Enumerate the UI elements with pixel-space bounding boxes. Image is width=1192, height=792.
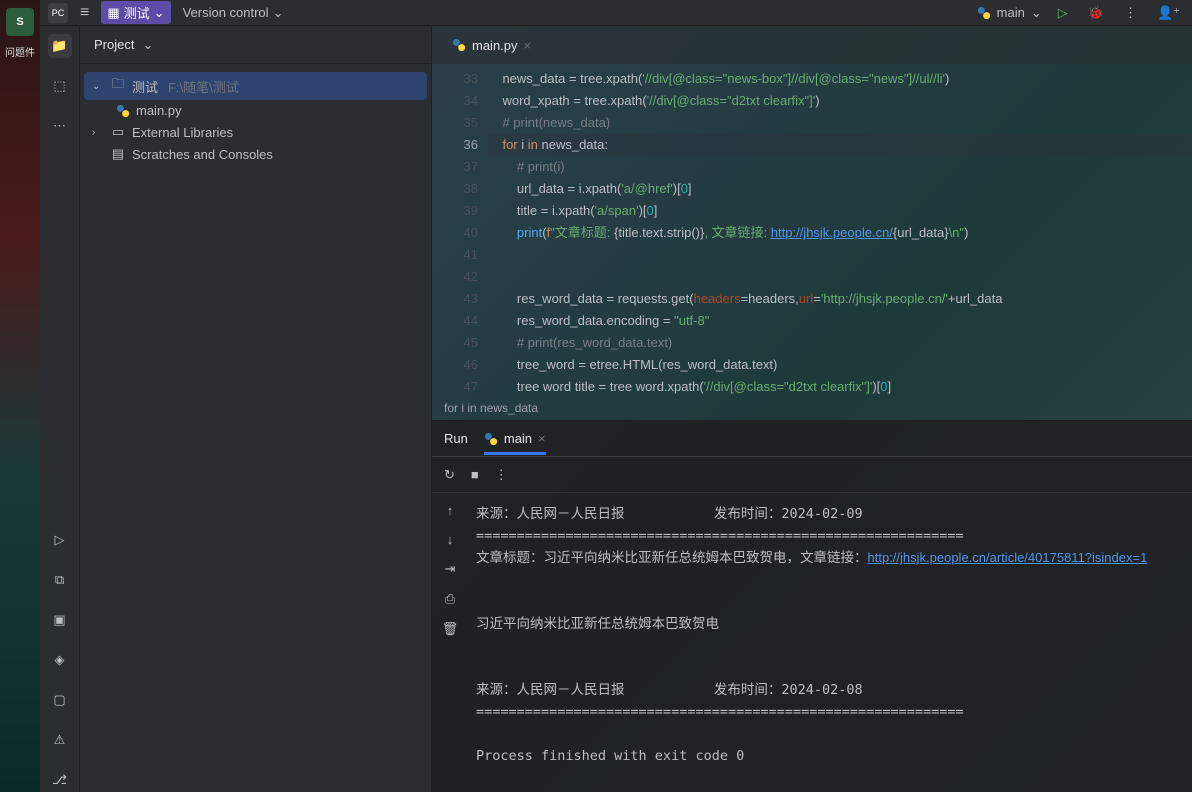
ide-window: PC ≡ ▦ 测试 ⌄ Version control ⌄ main ⌄ ▷ 🐞… xyxy=(40,0,1192,792)
more-actions-icon[interactable]: ⋮ xyxy=(1120,5,1141,21)
run-button-icon[interactable]: ▷ xyxy=(1054,5,1072,21)
editor-tab-main[interactable]: main.py × xyxy=(444,34,539,57)
folder-icon: 🗀 xyxy=(110,75,126,97)
chevron-down-icon: ⌄ xyxy=(1031,5,1042,21)
run-config-selector[interactable]: main ⌄ xyxy=(977,5,1042,21)
main-menu-icon[interactable]: ≡ xyxy=(80,4,89,22)
editor-tabs: main.py × xyxy=(432,26,1192,64)
soft-wrap-icon[interactable]: ⇥ xyxy=(445,561,456,577)
project-badge[interactable]: ▦ 测试 ⌄ xyxy=(101,1,170,24)
tree-external-libraries[interactable]: › ▭ External Libraries xyxy=(84,121,427,143)
run-tab-main[interactable]: main × xyxy=(484,431,546,446)
rerun-icon[interactable]: ↻ xyxy=(444,467,455,483)
project-tree: ⌄ 🗀 测试 F:\随笔\测试 main.py › ▭ External Lib… xyxy=(80,64,431,173)
run-panel-tabs: Run main × xyxy=(432,421,1192,457)
console-output[interactable]: 来源：人民网－人民日报 发布时间：2024-02-09 ============… xyxy=(468,493,1192,792)
editor-area: main.py × 333435363738394041424344454647… xyxy=(432,26,1192,792)
python-icon xyxy=(484,432,498,446)
run-panel: Run main × ↻ ■ ⋮ ↑ ↓ ⇥ xyxy=(432,420,1192,792)
top-bar: PC ≡ ▦ 测试 ⌄ Version control ⌄ main ⌄ ▷ 🐞… xyxy=(40,0,1192,26)
expand-icon[interactable]: › xyxy=(92,127,104,138)
debug-tool-icon[interactable]: ◈ xyxy=(48,648,72,672)
add-user-icon[interactable]: 👤⁺ xyxy=(1153,5,1184,21)
chevron-down-icon: ⌄ xyxy=(154,5,165,21)
problems-tool-icon[interactable]: ⚠ xyxy=(48,728,72,752)
project-badge-icon: ▦ xyxy=(107,5,119,21)
desktop-app-caption: 问题件 xyxy=(5,44,35,59)
left-tool-rail: 📁 ⬚ ⋯ ▷ ⧉ ▣ ◈ ▢ ⚠ ⎇ xyxy=(40,26,80,792)
vcs-tool-icon[interactable]: ⎇ xyxy=(48,768,72,792)
run-toolbar: ↻ ■ ⋮ xyxy=(432,457,1192,493)
pycharm-logo-icon[interactable]: PC xyxy=(48,3,68,23)
line-gutter: 333435363738394041424344454647 xyxy=(432,64,488,396)
trash-icon[interactable]: 🗑 xyxy=(442,621,459,637)
down-arrow-icon[interactable]: ↓ xyxy=(447,532,454,547)
tree-file-main[interactable]: main.py xyxy=(84,100,427,121)
python-icon xyxy=(452,38,466,52)
project-tool-icon[interactable]: 📁 xyxy=(48,34,72,58)
project-name: 测试 xyxy=(124,3,150,22)
run-tool-icon[interactable]: ▷ xyxy=(48,528,72,552)
tree-scratches[interactable]: ▤ Scratches and Consoles xyxy=(84,143,427,165)
close-tab-icon[interactable]: × xyxy=(538,431,546,446)
more-tool-icon[interactable]: ⋯ xyxy=(48,114,72,138)
scratches-icon: ▤ xyxy=(110,146,126,162)
code-content[interactable]: news_data = tree.xpath('//div[@class="ne… xyxy=(488,64,1192,396)
code-breadcrumb[interactable]: for i in news_data xyxy=(432,396,1192,420)
close-tab-icon[interactable]: × xyxy=(524,38,532,53)
services-tool-icon[interactable]: ▣ xyxy=(48,608,72,632)
vcs-dropdown[interactable]: Version control ⌄ xyxy=(183,5,284,21)
project-panel: Project ⌄ ⌄ 🗀 测试 F:\随笔\测试 main.py › ▭ Ex… xyxy=(80,26,432,792)
python-icon xyxy=(977,6,991,20)
print-icon[interactable]: ⎙ xyxy=(445,591,455,607)
chevron-down-icon: ⌄ xyxy=(273,5,284,21)
up-arrow-icon[interactable]: ↑ xyxy=(447,503,454,518)
chevron-down-icon: ⌄ xyxy=(142,37,153,53)
desktop-taskbar: S 问题件 xyxy=(0,0,40,792)
code-editor[interactable]: 333435363738394041424344454647 news_data… xyxy=(432,64,1192,396)
debug-button-icon[interactable]: 🐞 xyxy=(1084,5,1108,21)
python-icon xyxy=(116,104,130,118)
library-icon: ▭ xyxy=(110,124,126,140)
more-actions-icon[interactable]: ⋮ xyxy=(495,467,508,483)
desktop-app-icon[interactable]: S xyxy=(6,8,34,36)
tree-root[interactable]: ⌄ 🗀 测试 F:\随笔\测试 xyxy=(84,72,427,100)
run-panel-title: Run xyxy=(444,431,468,446)
structure-tool-icon[interactable]: ⬚ xyxy=(48,74,72,98)
project-panel-header[interactable]: Project ⌄ xyxy=(80,26,431,64)
expand-icon[interactable]: ⌄ xyxy=(92,81,104,92)
stop-icon[interactable]: ■ xyxy=(471,467,479,482)
python-console-icon[interactable]: ⧉ xyxy=(48,568,72,592)
console-rail: ↑ ↓ ⇥ ⎙ 🗑 xyxy=(432,493,468,792)
terminal-tool-icon[interactable]: ▢ xyxy=(48,688,72,712)
